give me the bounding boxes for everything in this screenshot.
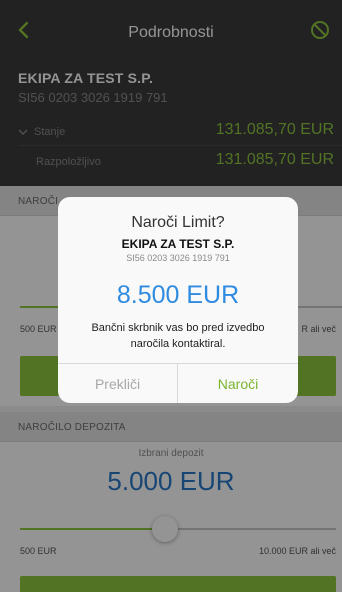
dialog-title: Naroči Limit? [131, 214, 225, 231]
dialog-iban: SI56 0203 3026 1919 791 [126, 253, 230, 263]
dialog-company: EKIPA ZA TEST S.P. [121, 237, 235, 251]
cancel-button[interactable]: Prekliči [58, 364, 178, 403]
dialog-actions: Prekliči Naroči [58, 363, 298, 403]
dialog-amount: 8.500 EUR [116, 281, 240, 309]
confirm-order-button[interactable]: Naroči [178, 364, 298, 403]
confirm-limit-dialog: Naroči Limit? EKIPA ZA TEST S.P. SI56 02… [58, 197, 298, 403]
dialog-message: Bančni skrbnik vas bo pred izvedbo naroč… [91, 322, 265, 350]
